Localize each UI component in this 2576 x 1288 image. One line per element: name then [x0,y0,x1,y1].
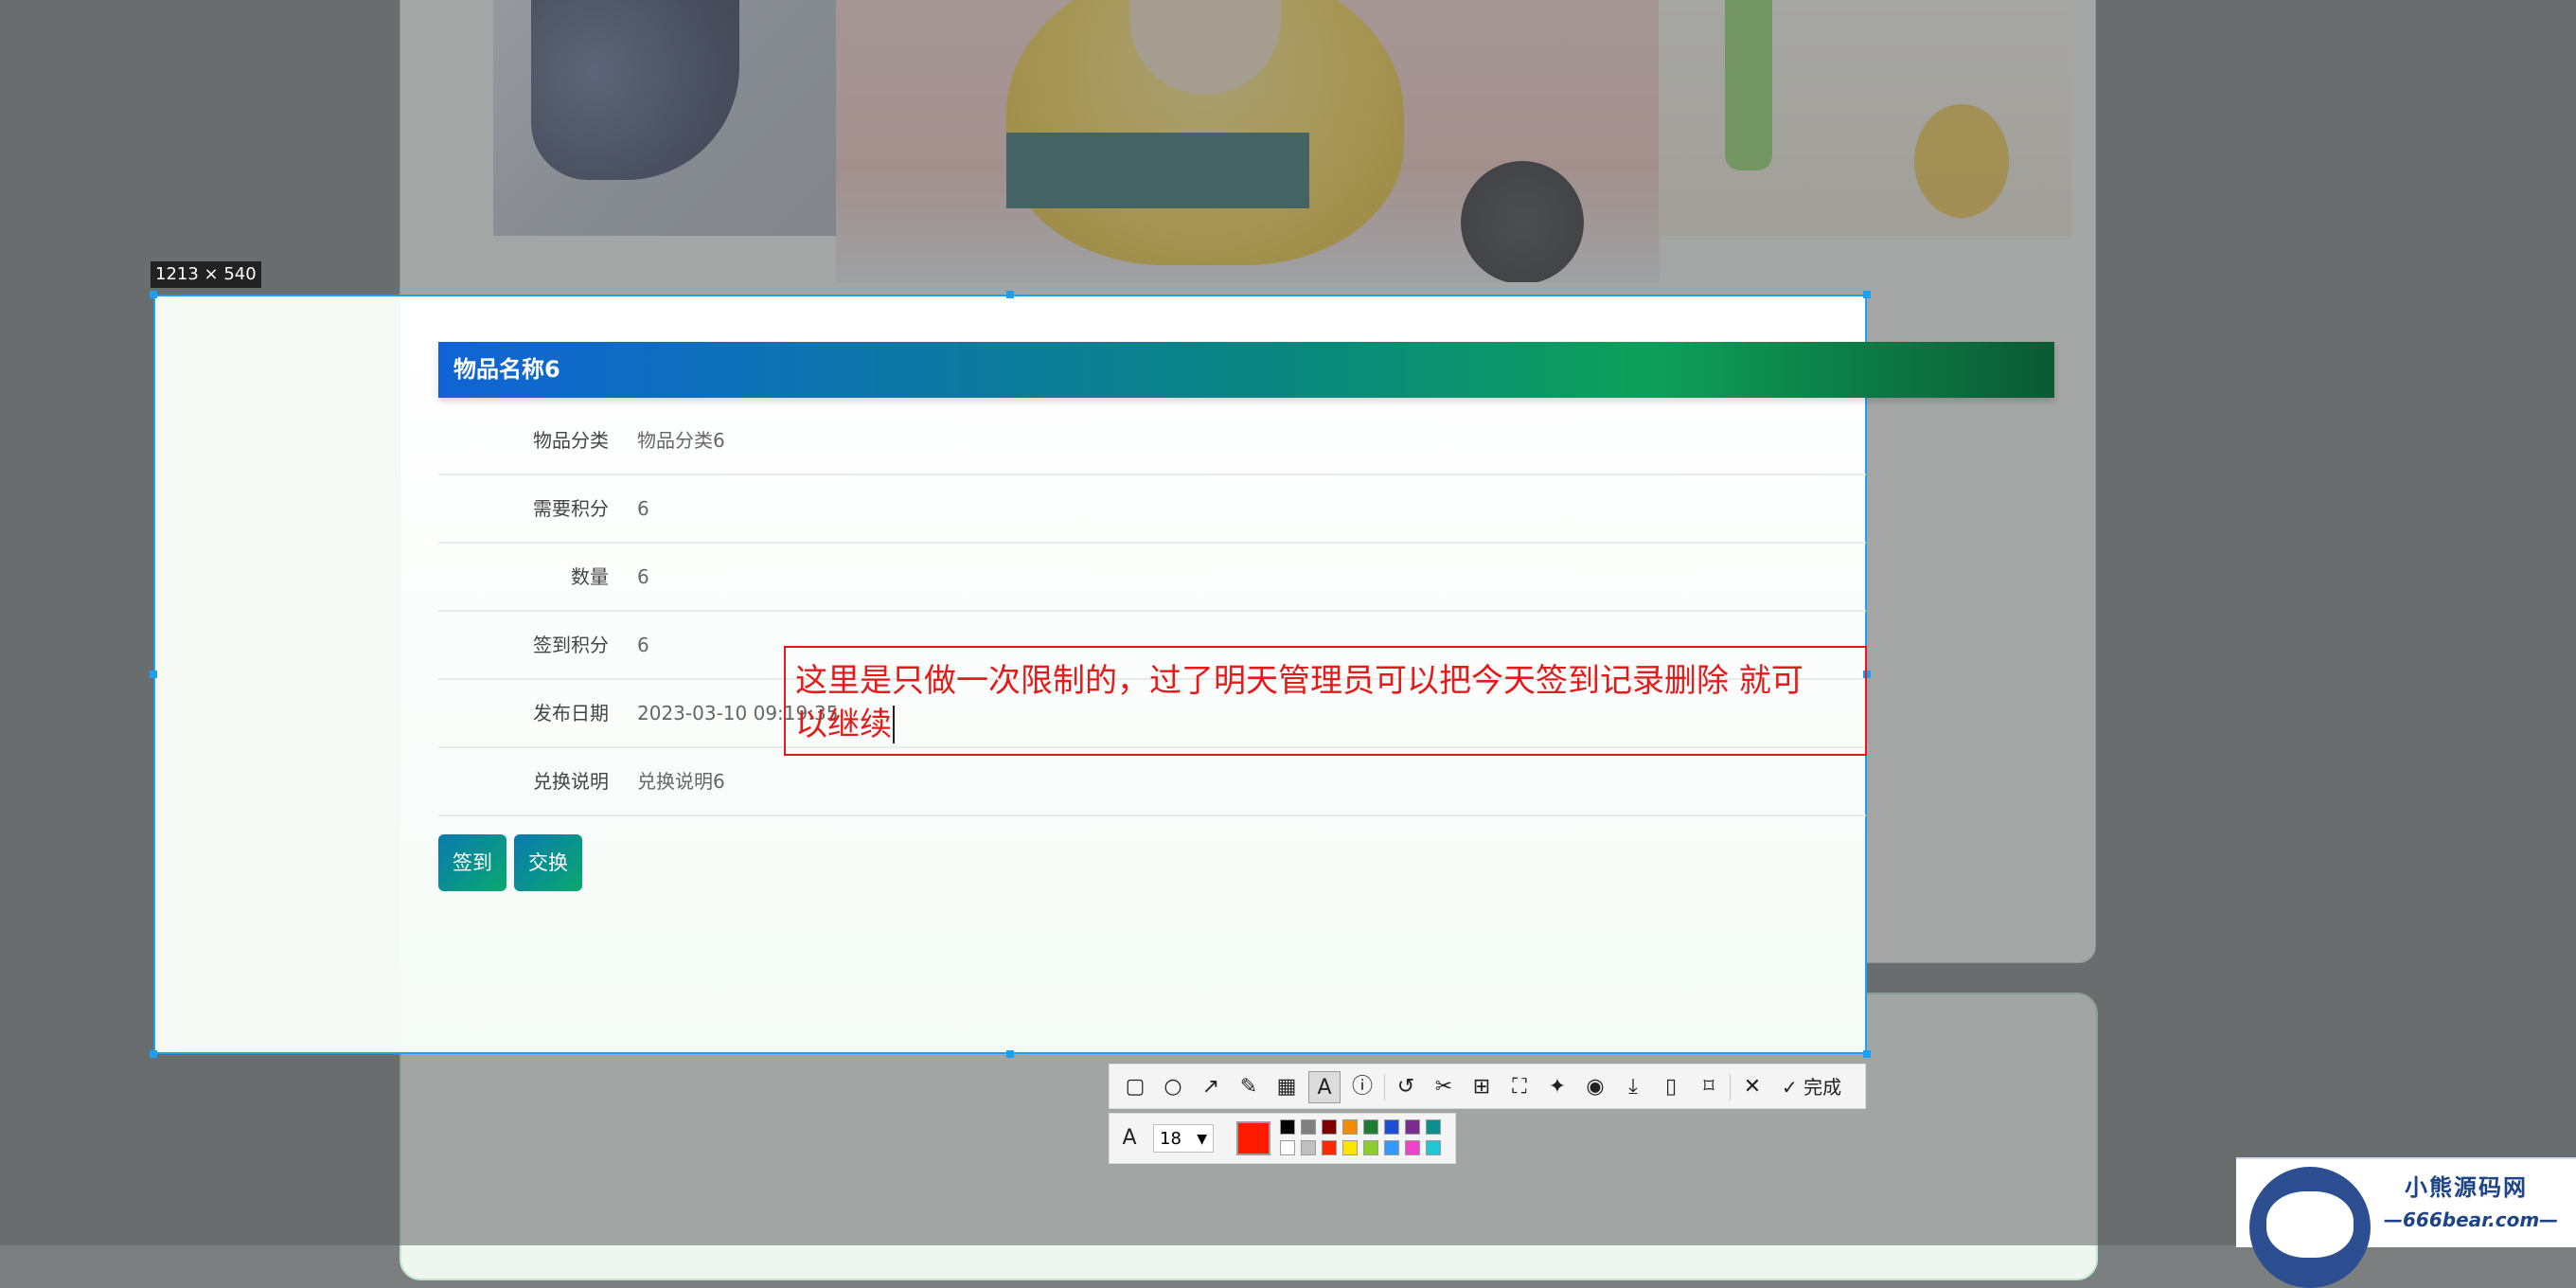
color-swatch[interactable] [1322,1140,1337,1155]
ocr-icon[interactable]: ⊞ [1466,1071,1498,1103]
color-swatch[interactable] [1363,1140,1378,1155]
resize-handle-bottom[interactable] [1006,1050,1014,1058]
selection-size-label: 1213 × 540 [151,261,261,288]
arrow-icon[interactable]: ↗ [1195,1071,1227,1103]
detail-label: 发布日期 [533,702,609,724]
scroll-capture-icon[interactable]: ⛶ [1503,1071,1536,1103]
text-annotation[interactable]: 这里是只做一次限制的，过了明天管理员可以把今天签到记录删除 就可 以继续 [784,646,1867,756]
detail-label: 兑换说明 [533,770,609,793]
text-style-bar: A 18 ▼ [1109,1113,1456,1164]
color-swatch[interactable] [1280,1119,1295,1135]
exchange-button[interactable]: 交换 [514,834,582,891]
download-icon[interactable]: ⤓ [1617,1071,1649,1103]
done-button[interactable]: ✓ 完成 [1782,1064,1841,1110]
font-size-select[interactable]: 18 ▼ [1153,1124,1214,1153]
detail-label: 需要积分 [533,497,609,520]
color-swatch[interactable] [1405,1119,1420,1135]
chevron-down-icon: ▼ [1197,1132,1207,1147]
font-icon: A [1122,1126,1137,1150]
watermark-title: 小熊源码网 [2405,1174,2528,1201]
color-swatch[interactable] [1342,1119,1358,1135]
resize-handle-top[interactable] [1006,291,1014,298]
detail-value: 6 [637,634,649,656]
color-swatch[interactable] [1363,1119,1378,1135]
item-title: 物品名称6 [453,356,560,383]
watermark-logo: 小熊源码网 —666bear.com— [2236,1157,2576,1288]
undo-icon[interactable]: ↺ [1390,1071,1422,1103]
close-icon[interactable]: ✕ [1736,1071,1768,1103]
pencil-icon[interactable]: ✎ [1233,1071,1265,1103]
detail-label: 签到积分 [533,634,609,656]
detail-value: 6 [637,565,649,588]
cut-icon[interactable]: ✂ [1428,1071,1460,1103]
color-swatch[interactable] [1280,1140,1295,1155]
check-icon: ✓ [1782,1076,1798,1099]
item-title-bar: 物品名称6 [438,342,2054,398]
checkin-button[interactable]: 签到 [438,834,506,891]
text-icon[interactable]: A [1308,1071,1341,1103]
resize-handle-br[interactable] [1863,1050,1871,1058]
color-swatch[interactable] [1426,1140,1441,1155]
detail-label: 物品分类 [533,429,609,452]
resize-handle-bl[interactable] [150,1050,157,1058]
detail-label: 数量 [571,565,609,588]
color-swatch[interactable] [1322,1119,1337,1135]
detail-row: 物品分类 物品分类6 [438,407,1866,475]
color-swatch[interactable] [1342,1140,1358,1155]
detail-row: 兑换说明 兑换说明6 [438,748,1866,816]
watermark-url: —666bear.com— [2384,1208,2559,1231]
current-color-swatch[interactable] [1236,1121,1270,1155]
number-icon[interactable]: ⓘ [1346,1071,1378,1103]
color-swatch[interactable] [1301,1119,1316,1135]
annotation-line: 以继续 [795,703,1865,746]
detail-value: 6 [637,497,649,520]
toolbar-divider [1384,1074,1385,1100]
color-swatch[interactable] [1426,1119,1441,1135]
phone-icon[interactable]: ▯ [1655,1071,1687,1103]
color-swatch[interactable] [1301,1140,1316,1155]
color-swatch[interactable] [1405,1140,1420,1155]
resize-handle-left[interactable] [150,671,157,678]
resize-handle-tl[interactable] [150,291,157,298]
pin-icon[interactable]: ✦ [1541,1071,1573,1103]
annotation-toolbar: ▢ ○ ↗ ✎ ▦ A ⓘ ↺ ✂ ⊞ ⛶ ✦ ◉ ⤓ ▯ ⌑ ✕ ✓ 完成 [1109,1064,1866,1109]
detail-value: 兑换说明6 [637,770,725,793]
rectangle-icon[interactable]: ▢ [1119,1071,1151,1103]
bookmark-icon[interactable]: ⌑ [1693,1071,1725,1103]
record-icon[interactable]: ◉ [1579,1071,1611,1103]
detail-row: 数量 6 [438,544,1866,612]
annotation-line: 这里是只做一次限制的，过了明天管理员可以把今天签到记录删除 就可 [795,662,1803,700]
resize-handle-tr[interactable] [1863,291,1871,298]
color-swatch[interactable] [1384,1119,1399,1135]
detail-row: 需要积分 6 [438,475,1866,544]
detail-value: 物品分类6 [637,429,725,452]
ellipse-icon[interactable]: ○ [1157,1071,1189,1103]
toolbar-divider [1730,1074,1731,1100]
mosaic-icon[interactable]: ▦ [1270,1071,1303,1103]
color-swatch[interactable] [1384,1140,1399,1155]
